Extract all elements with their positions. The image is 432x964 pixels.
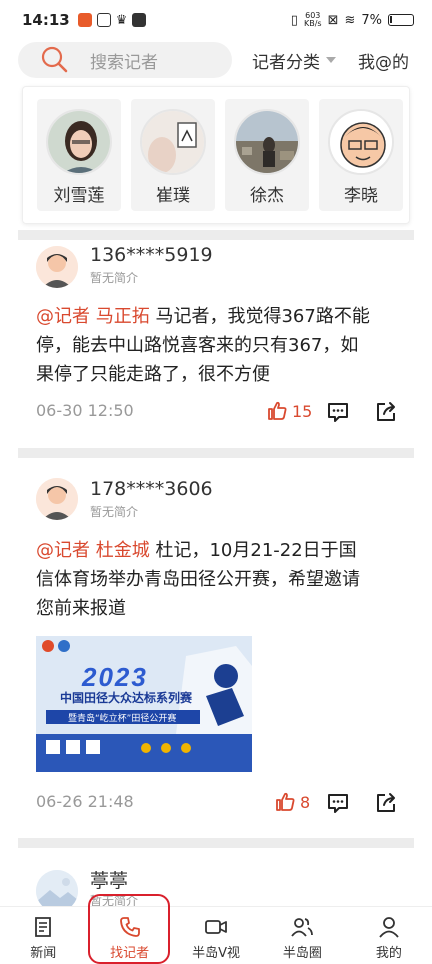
post-date: 06-26 21:48 xyxy=(36,792,134,811)
crown-icon: ♛ xyxy=(115,12,128,28)
search-icon xyxy=(41,46,68,73)
thumbs-up-icon xyxy=(276,792,295,811)
user-icon xyxy=(379,917,399,938)
comment-icon[interactable] xyxy=(326,400,350,424)
search-placeholder: 搜索记者 xyxy=(90,52,158,73)
reporter-avatar xyxy=(234,109,300,175)
section-divider xyxy=(18,230,414,240)
user-name: 葶葶 xyxy=(90,870,129,892)
status-bar: 14:13 ♛ ▯ 603 KB/s ⊠ ≋ 7% xyxy=(0,0,432,40)
post-date: 06-30 12:50 xyxy=(36,401,134,420)
app-notification-icon xyxy=(77,13,92,27)
bottom-tab-bar: 新闻 找记者 半岛V视 半岛圈 我的 xyxy=(0,906,432,964)
featured-reporters: 刘雪莲 崔璞 徐杰 李晓 xyxy=(22,86,410,224)
user-bio: 暂无简介 xyxy=(90,271,139,285)
reporter-avatar xyxy=(140,109,206,175)
section-divider xyxy=(18,838,414,848)
tab-mine[interactable]: 我的 xyxy=(346,907,432,964)
thumbs-up-icon xyxy=(268,401,287,420)
like-count: 8 xyxy=(300,792,311,812)
like-button[interactable]: 8 xyxy=(274,791,310,813)
comment-icon[interactable] xyxy=(326,791,350,815)
news-icon xyxy=(35,917,52,937)
reporter-name: 崔璞 xyxy=(156,186,190,206)
section-divider xyxy=(18,448,414,458)
user-bio: 暂无简介 xyxy=(90,505,139,519)
tab-video[interactable]: 半岛V视 xyxy=(173,907,259,964)
my-mentions-button[interactable]: 我@的 xyxy=(358,48,409,73)
tab-label: 半岛V视 xyxy=(192,946,240,961)
share-icon[interactable] xyxy=(374,791,398,815)
tab-label: 半岛圈 xyxy=(282,946,322,961)
reporter-card[interactable]: 李晓 xyxy=(319,99,403,211)
active-tab-highlight xyxy=(88,894,170,964)
reporter-category-dropdown[interactable]: 记者分类 xyxy=(252,48,336,73)
video-camera-icon xyxy=(205,920,227,934)
event-poster-image[interactable]: 2023 中国田径大众达标系列赛 暨青岛“屹立杯”田径公开赛 xyxy=(36,636,252,772)
message-notification-icon xyxy=(96,13,111,27)
vibrate-icon: ▯ xyxy=(290,12,298,28)
poster-subtitle: 暨青岛“屹立杯”田径公开赛 xyxy=(68,714,177,724)
poster-title: 中国田径大众达标系列赛 xyxy=(60,691,193,705)
sim-icon: ⊠ xyxy=(327,12,339,28)
battery-icon xyxy=(388,14,414,26)
avatar xyxy=(36,478,78,520)
header: 搜索记者 记者分类 我@的 xyxy=(0,40,432,80)
post-content: @记者 杜金城 杜记，10月21-22日于国 信体育场举办青岛田径公开赛，希望邀… xyxy=(36,540,360,619)
reporter-card[interactable]: 徐杰 xyxy=(225,99,309,211)
status-time: 14:13 xyxy=(22,11,70,29)
post-content: @记者 马正拓 马记者，我觉得367路不能 停，能去中山路悦喜客来的只有367，… xyxy=(36,306,370,385)
reporter-card[interactable]: 刘雪莲 xyxy=(37,99,121,211)
avatar xyxy=(36,246,78,288)
reporter-name: 徐杰 xyxy=(250,186,284,206)
reporter-name: 刘雪莲 xyxy=(53,186,105,206)
reporter-name: 李晓 xyxy=(344,186,378,206)
list-item[interactable]: 136****5919 暂无简介 @记者 马正拓 马记者，我觉得367路不能 停… xyxy=(0,240,432,448)
reporter-avatar xyxy=(46,109,112,175)
like-button[interactable]: 15 xyxy=(266,400,312,422)
list-item[interactable]: 葶葶 暂无简介 xyxy=(0,848,432,912)
tab-label: 我的 xyxy=(375,946,402,961)
reporter-avatar xyxy=(328,109,394,175)
user-name: 178****3606 xyxy=(90,478,213,500)
reporter-mention-link[interactable]: @记者 杜金城 xyxy=(36,540,150,561)
net-speed: 603 KB/s xyxy=(303,11,322,28)
wifi-icon: ≋ xyxy=(344,12,356,28)
tab-news[interactable]: 新闻 xyxy=(0,907,86,964)
category-label: 记者分类 xyxy=(252,52,320,73)
group-icon xyxy=(291,918,314,937)
video-notification-icon xyxy=(132,13,147,27)
search-bar[interactable]: 搜索记者 xyxy=(18,42,232,78)
share-icon[interactable] xyxy=(374,400,398,424)
reporter-mention-link[interactable]: @记者 马正拓 xyxy=(36,306,150,327)
tab-circle[interactable]: 半岛圈 xyxy=(259,907,345,964)
tab-label: 新闻 xyxy=(30,946,57,961)
battery-level: 7% xyxy=(361,12,382,28)
like-count: 15 xyxy=(292,401,313,421)
user-name: 136****5919 xyxy=(90,244,213,266)
reporter-card[interactable]: 崔璞 xyxy=(131,99,215,211)
list-item[interactable]: 178****3606 暂无简介 @记者 杜金城 杜记，10月21-22日于国 … xyxy=(0,458,432,838)
chevron-down-icon xyxy=(326,57,336,63)
